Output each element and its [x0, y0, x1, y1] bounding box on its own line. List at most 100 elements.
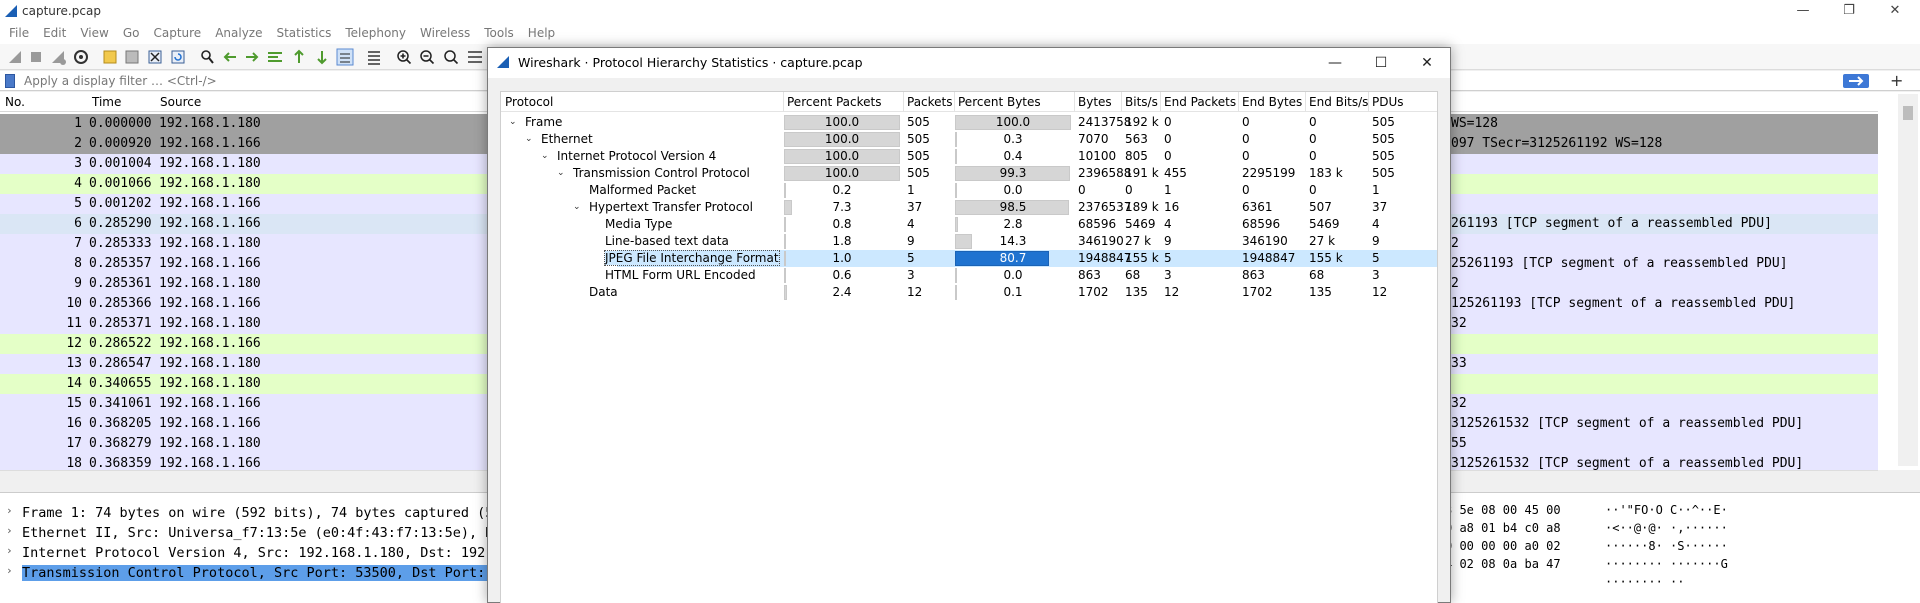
- packet-time: 0.285333: [89, 236, 152, 251]
- packet-no: 1: [74, 116, 82, 131]
- column-time[interactable]: Time: [92, 95, 121, 109]
- packet-time: 0.341061: [89, 396, 152, 411]
- menu-file[interactable]: File: [0, 24, 34, 40]
- close-file-icon[interactable]: [146, 48, 164, 66]
- colorize-icon[interactable]: [365, 48, 383, 66]
- protocol-row[interactable]: Data 2.4 12 0.1 1702 135 12 1702 135 12: [501, 284, 1437, 301]
- pdus-value: 1: [1372, 183, 1380, 197]
- expand-arrow-icon[interactable]: ›: [6, 544, 13, 557]
- menu-tools[interactable]: Tools: [475, 24, 519, 40]
- protocol-row[interactable]: ⌄ Internet Protocol Version 4 100.0 505 0.4 1…: [501, 148, 1437, 165]
- protocol-row[interactable]: Line-based text data 1.8 9 14.3 346190 27 k93…: [501, 233, 1437, 250]
- column-percent-bytes[interactable]: Percent Bytes: [958, 95, 1041, 109]
- collapse-arrow-icon[interactable]: ⌄: [509, 117, 517, 127]
- menu-statistics[interactable]: Statistics: [267, 24, 336, 40]
- protocol-row[interactable]: Media Type 0.8 4 2.8 68596 5469 4 68596 5469 4: [501, 216, 1437, 233]
- apply-filter-button[interactable]: [1843, 74, 1869, 88]
- auto-scroll-icon[interactable]: [336, 48, 354, 66]
- protocol-row[interactable]: JPEG File Interchange Format 1.0 5 80.7 1948…: [501, 250, 1437, 267]
- restart-capture-icon[interactable]: [49, 48, 67, 66]
- packet-source: 192.168.1.166: [159, 456, 261, 470]
- packet-info: 2: [1451, 236, 1459, 251]
- display-filter-input[interactable]: Apply a display filter … <Ctrl-/>: [24, 74, 217, 88]
- protocol-name: Transmission Control Protocol: [573, 166, 750, 180]
- protocol-row[interactable]: ⌄ Frame 100.0 505 100.0 2413758 192 k 0 0 0 505: [501, 114, 1437, 131]
- start-capture-icon[interactable]: [6, 48, 24, 66]
- restore-button[interactable]: ❐: [1826, 0, 1872, 24]
- protocol-row[interactable]: Malformed Packet 0.2 1 0.0 0 0 1 0 0 1: [501, 182, 1437, 199]
- bytes-value: 0: [1078, 183, 1086, 197]
- dialog-close-button[interactable]: ✕: [1404, 48, 1450, 78]
- column-end-bits-per-sec[interactable]: End Bits/s: [1309, 95, 1368, 109]
- go-forward-icon[interactable]: [243, 48, 261, 66]
- protocol-row[interactable]: HTML Form URL Encoded 0.6 3 0.0 863 68 3 863 68 3: [501, 267, 1437, 284]
- bytes-value: 68596: [1078, 217, 1117, 231]
- protocol-row[interactable]: ⌄ Hypertext Transfer Protocol 7.3 37 98.5 237…: [501, 199, 1437, 216]
- column-no[interactable]: No.: [5, 95, 25, 109]
- menu-wireless[interactable]: Wireless: [411, 24, 475, 40]
- save-file-icon[interactable]: [123, 48, 141, 66]
- packets-value: 505: [907, 115, 930, 129]
- expand-arrow-icon[interactable]: ›: [6, 564, 13, 577]
- end-bits-per-sec-value: 183 k: [1309, 166, 1343, 180]
- window-title: capture.pcap: [22, 4, 101, 18]
- menu-help[interactable]: Help: [519, 24, 560, 40]
- column-packets[interactable]: Packets: [907, 95, 953, 109]
- zoom-out-icon[interactable]: [418, 48, 436, 66]
- capture-options-icon[interactable]: [72, 48, 90, 66]
- end-bits-per-sec-value: 5469: [1309, 217, 1340, 231]
- reload-file-icon[interactable]: [169, 48, 187, 66]
- percent-bytes-value: 2.8: [1003, 217, 1023, 231]
- pdus-value: 3: [1372, 268, 1380, 282]
- zoom-in-icon[interactable]: [395, 48, 413, 66]
- column-end-bytes[interactable]: End Bytes: [1242, 95, 1302, 109]
- go-to-packet-icon[interactable]: [266, 48, 284, 66]
- end-bytes-value: 2295199: [1242, 166, 1296, 180]
- end-packets-value: 9: [1164, 234, 1172, 248]
- column-source[interactable]: Source: [160, 95, 201, 109]
- dialog-minimize-button[interactable]: —: [1312, 48, 1358, 78]
- column-bits-per-sec[interactable]: Bits/s: [1125, 95, 1158, 109]
- collapse-arrow-icon[interactable]: ⌄: [541, 151, 549, 161]
- first-packet-icon[interactable]: [290, 48, 308, 66]
- menu-telephony[interactable]: Telephony: [336, 24, 411, 40]
- column-end-packets[interactable]: End Packets: [1164, 95, 1236, 109]
- end-bits-per-sec-value: 155 k: [1309, 251, 1343, 265]
- dialog-maximize-button[interactable]: ☐: [1358, 48, 1404, 78]
- expand-arrow-icon[interactable]: ›: [6, 504, 13, 517]
- menu-analyze[interactable]: Analyze: [206, 24, 267, 40]
- protocol-name: Line-based text data: [605, 234, 729, 248]
- protocol-row[interactable]: ⌄ Ethernet 100.0 505 0.3 7070 563 0 0 0 505: [501, 131, 1437, 148]
- minimize-button[interactable]: —: [1780, 0, 1826, 24]
- normal-size-icon[interactable]: [442, 48, 460, 66]
- protocol-row[interactable]: ⌄ Transmission Control Protocol 100.0 505 99…: [501, 165, 1437, 182]
- packet-list-vscroll[interactable]: [1898, 94, 1918, 466]
- bytes-hex-line: 0 00 00 00 a0 02: [1445, 539, 1561, 553]
- column-percent-packets[interactable]: Percent Packets: [787, 95, 881, 109]
- menu-edit[interactable]: Edit: [34, 24, 71, 40]
- packet-source: 192.168.1.180: [159, 356, 261, 371]
- filter-bookmark-icon[interactable]: [5, 74, 15, 88]
- add-filter-button[interactable]: +: [1890, 71, 1903, 90]
- collapse-arrow-icon[interactable]: ⌄: [525, 134, 533, 144]
- expand-arrow-icon[interactable]: ›: [6, 524, 13, 537]
- menu-view[interactable]: View: [71, 24, 113, 40]
- menu-go[interactable]: Go: [114, 24, 145, 40]
- column-pdus[interactable]: PDUs: [1372, 95, 1404, 109]
- column-protocol[interactable]: Protocol: [505, 95, 553, 109]
- packet-no: 10: [66, 296, 82, 311]
- resize-columns-icon[interactable]: [466, 48, 484, 66]
- go-back-icon[interactable]: [221, 48, 239, 66]
- last-packet-icon[interactable]: [313, 48, 331, 66]
- collapse-arrow-icon[interactable]: ⌄: [573, 202, 581, 212]
- column-bytes[interactable]: Bytes: [1078, 95, 1112, 109]
- packet-no: 6: [74, 216, 82, 231]
- open-file-icon[interactable]: [101, 48, 119, 66]
- menu-capture[interactable]: Capture: [144, 24, 206, 40]
- percent-bytes-value: 14.3: [999, 234, 1027, 248]
- find-packet-icon[interactable]: [198, 48, 216, 66]
- collapse-arrow-icon[interactable]: ⌄: [557, 168, 565, 178]
- close-button[interactable]: ✕: [1872, 0, 1918, 24]
- stop-capture-icon[interactable]: [27, 48, 45, 66]
- end-packets-value: 12: [1164, 285, 1180, 299]
